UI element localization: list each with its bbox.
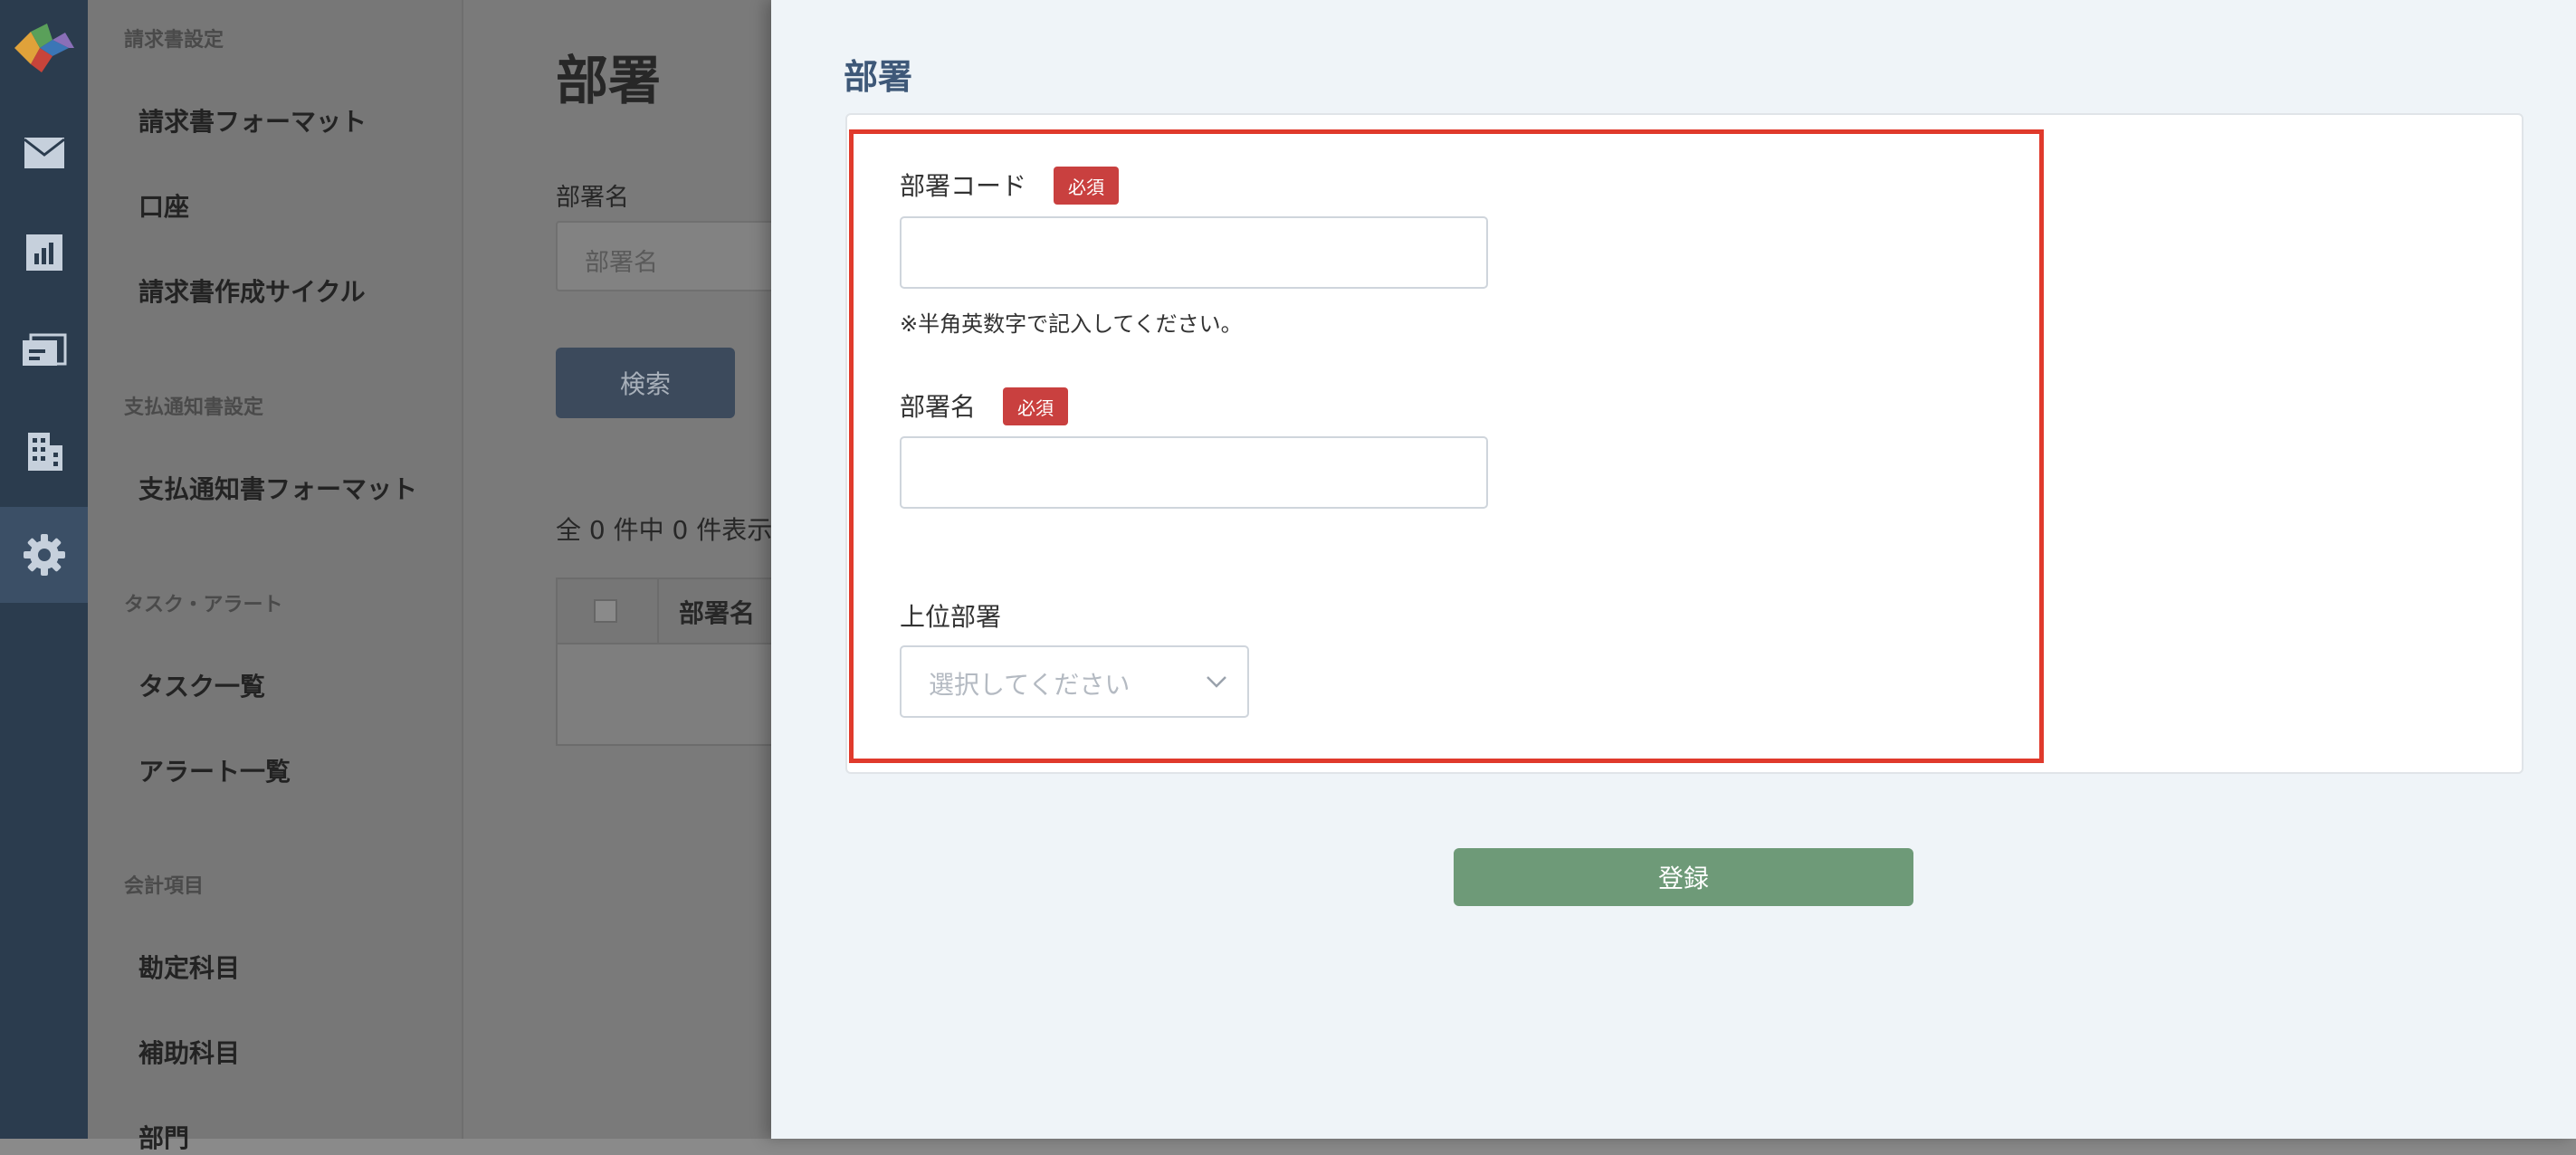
- icon-rail: [0, 0, 88, 1139]
- sidebar-section-title: 支払通知書設定: [124, 396, 264, 419]
- column-divider: [657, 579, 659, 643]
- sidebar-item-task-list[interactable]: タスク一覧: [138, 667, 265, 703]
- sidebar-item-invoice-cycle[interactable]: 請求書作成サイクル: [138, 272, 366, 309]
- sidebar-section-title: タスク・アラート: [124, 594, 283, 616]
- filter-label: 部署名: [556, 184, 629, 212]
- sidebar-section-title: 請求書設定: [124, 29, 224, 52]
- sidebar-section-title: 会計項目: [124, 875, 205, 898]
- sidebar-item-sub-account[interactable]: 補助科目: [138, 1034, 240, 1070]
- register-button[interactable]: 登録: [1454, 848, 1913, 906]
- building-icon[interactable]: [0, 411, 88, 492]
- sidebar-item-department[interactable]: 部門: [138, 1119, 189, 1155]
- chart-icon[interactable]: [0, 212, 88, 293]
- search-input-placeholder: 部署名: [585, 249, 658, 277]
- highlight-box: [849, 129, 2044, 763]
- logo-icon[interactable]: [5, 20, 81, 76]
- invoice-icon[interactable]: [0, 311, 88, 393]
- sidebar-item-account[interactable]: 口座: [138, 187, 189, 224]
- sidebar-item-invoice-format[interactable]: 請求書フォーマット: [138, 102, 367, 138]
- gear-icon[interactable]: [0, 507, 88, 603]
- main-content: 部署 部署名 部署名 検索 全 0 件中 0 件表示し 部署名: [463, 0, 827, 1139]
- mail-icon[interactable]: [0, 112, 88, 194]
- result-count: 全 0 件中 0 件表示し: [556, 515, 798, 545]
- drawer-title: 部署: [844, 57, 913, 97]
- select-all-checkbox[interactable]: [594, 599, 617, 623]
- settings-sidebar: 請求書設定 請求書フォーマット 口座 請求書作成サイクル 支払通知書設定 支払通…: [88, 0, 463, 1153]
- sidebar-item-alert-list[interactable]: アラート一覧: [138, 752, 291, 788]
- page-title: 部署: [556, 50, 662, 111]
- column-header-name[interactable]: 部署名: [679, 594, 755, 630]
- sidebar-item-payment-format[interactable]: 支払通知書フォーマット: [138, 470, 417, 506]
- sidebar-item-account-title[interactable]: 勘定科目: [138, 949, 240, 985]
- search-button[interactable]: 検索: [556, 348, 735, 418]
